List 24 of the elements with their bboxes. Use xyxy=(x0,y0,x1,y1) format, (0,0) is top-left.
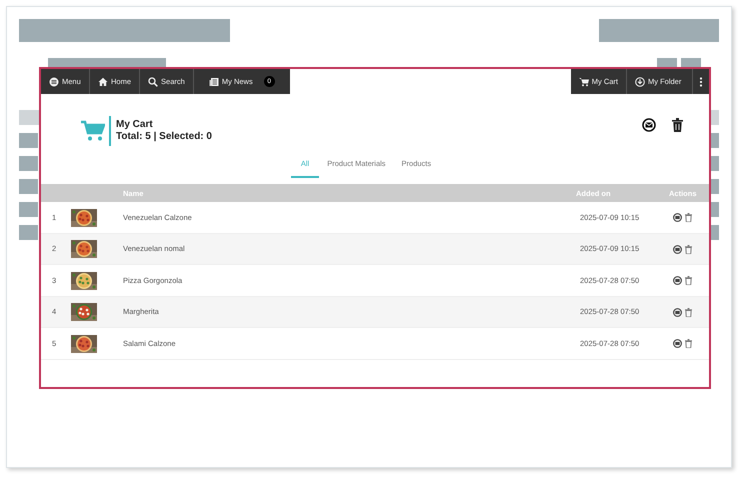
placeholder-bar xyxy=(19,179,38,194)
mail-icon[interactable] xyxy=(673,308,682,316)
placeholder-bar xyxy=(657,58,677,67)
mail-icon[interactable] xyxy=(673,276,682,285)
trash-icon[interactable] xyxy=(672,118,683,132)
mail-icon[interactable] xyxy=(673,213,682,222)
placeholder-bar xyxy=(19,156,38,171)
cart-icon xyxy=(578,76,589,86)
cart-title: My Cart xyxy=(116,119,154,131)
home-icon xyxy=(98,76,108,86)
newspaper-icon xyxy=(208,76,219,86)
cart-summary: Total: 5 | Selected: 0 xyxy=(116,131,212,143)
placeholder-bar xyxy=(19,202,38,217)
cart-icon xyxy=(81,120,105,142)
search-icon xyxy=(148,76,158,86)
placeholder-bar xyxy=(19,225,38,240)
placeholder-bar xyxy=(19,133,38,148)
mail-icon[interactable] xyxy=(673,339,682,348)
menu-icon xyxy=(49,76,59,86)
placeholder-bar xyxy=(19,110,39,125)
download-icon xyxy=(635,76,645,86)
mail-icon[interactable] xyxy=(642,118,656,132)
mail-icon[interactable] xyxy=(673,244,682,254)
placeholder-bar xyxy=(681,58,701,67)
